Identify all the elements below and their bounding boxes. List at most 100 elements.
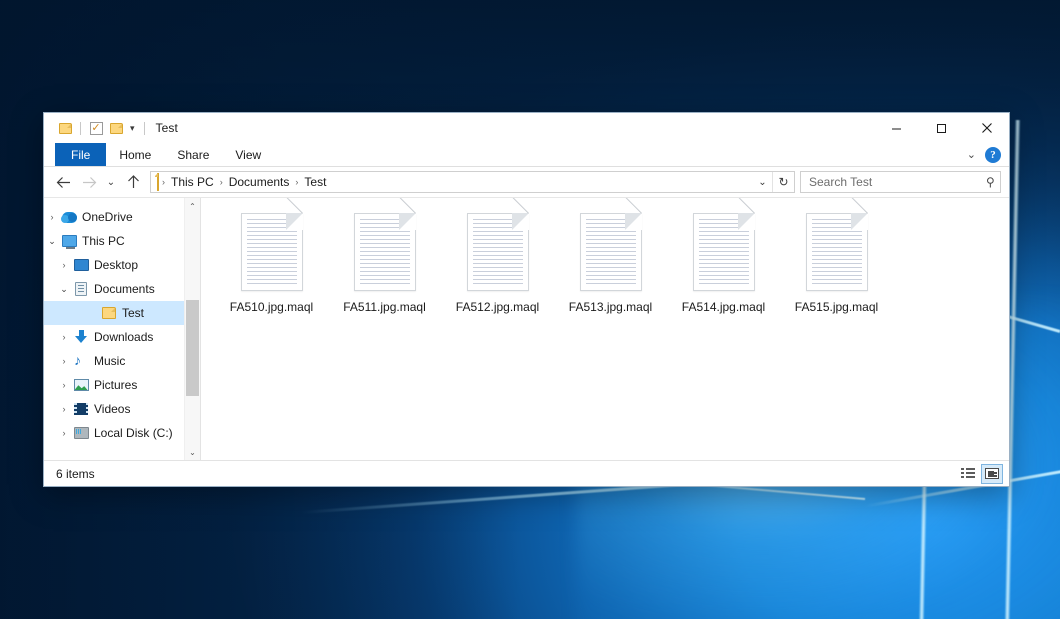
file-name: FA513.jpg.maql <box>566 299 655 315</box>
maximize-icon <box>936 123 947 134</box>
list-item[interactable]: FA513.jpg.maql <box>554 207 667 325</box>
sidebar-item-downloads[interactable]: › Downloads <box>44 325 184 349</box>
address-bar-row: ⌄ › This PC › Documents › Test ⌄ ↻ <box>44 167 1009 197</box>
window-title: Test <box>156 121 178 135</box>
search-icon[interactable]: ⚲ <box>986 175 995 189</box>
minimize-icon <box>891 123 902 134</box>
scrollbar-track[interactable] <box>185 214 200 444</box>
chevron-right-icon[interactable]: › <box>56 260 72 270</box>
file-list-view[interactable]: FA510.jpg.maql FA511.jpg.maql FA512.jpg.… <box>201 198 1009 460</box>
sidebar-item-local-disk[interactable]: › Local Disk (C:) <box>44 421 184 445</box>
breadcrumb-item-this-pc[interactable]: This PC <box>166 175 219 189</box>
close-icon <box>981 122 993 134</box>
disk-drive-icon <box>72 425 90 441</box>
folder-icon <box>100 305 118 321</box>
scroll-up-icon[interactable]: ⌃ <box>185 198 201 214</box>
music-icon: ♪ <box>72 353 90 369</box>
list-item[interactable]: FA511.jpg.maql <box>328 207 441 325</box>
downloads-icon <box>72 329 90 345</box>
sidebar-item-label: Pictures <box>94 378 137 392</box>
details-view-button[interactable] <box>957 464 979 484</box>
list-item[interactable]: FA515.jpg.maql <box>780 207 893 325</box>
sidebar-item-desktop[interactable]: › Desktop <box>44 253 184 277</box>
sidebar-item-test[interactable]: Test <box>44 301 184 325</box>
generic-document-icon <box>346 211 424 293</box>
window-body: › OneDrive ⌄ This PC › Desktop <box>44 197 1009 460</box>
sidebar-item-label: Documents <box>94 282 155 296</box>
chevron-right-icon[interactable]: › <box>56 380 72 390</box>
forward-button[interactable] <box>76 170 102 194</box>
status-bar: 6 items <box>44 460 1009 486</box>
generic-document-icon <box>233 211 311 293</box>
scrollbar-thumb[interactable] <box>186 300 199 396</box>
file-explorer-window: ✓ ▾ Test File Home <box>43 112 1010 487</box>
sidebar-item-this-pc[interactable]: ⌄ This PC <box>44 229 184 253</box>
refresh-icon[interactable]: ↻ <box>772 172 794 192</box>
chevron-down-icon[interactable]: ⌄ <box>44 236 60 247</box>
file-name: FA514.jpg.maql <box>679 299 768 315</box>
new-folder-icon[interactable] <box>106 118 126 138</box>
navigation-scrollbar[interactable]: ⌃ ⌄ <box>184 198 200 460</box>
generic-document-icon <box>685 211 763 293</box>
sidebar-item-documents[interactable]: ⌄ Documents <box>44 277 184 301</box>
onedrive-icon <box>60 209 78 225</box>
sidebar-item-pictures[interactable]: › Pictures <box>44 373 184 397</box>
view-mode-buttons <box>957 464 1003 484</box>
title-bar: ✓ ▾ Test <box>44 113 1009 143</box>
sidebar-item-videos[interactable]: › Videos <box>44 397 184 421</box>
properties-checkbox-icon[interactable]: ✓ <box>86 118 106 138</box>
list-item[interactable]: FA514.jpg.maql <box>667 207 780 325</box>
address-bar[interactable]: › This PC › Documents › Test ⌄ ↻ <box>150 171 795 193</box>
breadcrumb: › This PC › Documents › Test <box>155 173 753 191</box>
navigation-tree: › OneDrive ⌄ This PC › Desktop <box>44 198 184 460</box>
folder-icon[interactable] <box>55 118 75 138</box>
chevron-right-icon[interactable]: › <box>56 332 72 342</box>
sidebar-item-onedrive[interactable]: › OneDrive <box>44 205 184 229</box>
search-placeholder: Search Test <box>809 175 986 189</box>
videos-icon <box>72 401 90 417</box>
sidebar-item-music[interactable]: › ♪ Music <box>44 349 184 373</box>
chevron-down-icon[interactable]: ⌄ <box>753 172 772 192</box>
list-item[interactable]: FA512.jpg.maql <box>441 207 554 325</box>
generic-document-icon <box>572 211 650 293</box>
details-view-icon <box>961 468 975 479</box>
folder-icon[interactable] <box>157 173 159 191</box>
ribbon-tab-bar: File Home Share View ⌄ ? <box>44 143 1009 167</box>
pictures-icon <box>72 377 90 393</box>
tab-view[interactable]: View <box>222 143 274 166</box>
sidebar-item-label: Desktop <box>94 258 138 272</box>
breadcrumb-item-test[interactable]: Test <box>299 175 331 189</box>
desktop: ✓ ▾ Test File Home <box>0 0 1060 619</box>
chevron-right-icon[interactable]: › <box>56 404 72 414</box>
tab-file[interactable]: File <box>55 143 106 166</box>
close-button[interactable] <box>964 113 1009 143</box>
file-name: FA511.jpg.maql <box>340 299 429 315</box>
back-button[interactable] <box>50 170 76 194</box>
help-button[interactable]: ? <box>985 147 1001 163</box>
sidebar-item-label: Music <box>94 354 125 368</box>
desktop-icon <box>72 257 90 273</box>
chevron-down-icon[interactable]: ▾ <box>126 123 139 134</box>
chevron-right-icon[interactable]: › <box>56 428 72 438</box>
minimize-button[interactable] <box>874 113 919 143</box>
maximize-button[interactable] <box>919 113 964 143</box>
chevron-right-icon[interactable]: › <box>44 212 60 222</box>
quick-access-toolbar: ✓ ▾ <box>44 118 150 138</box>
chevron-down-icon[interactable]: ⌄ <box>967 148 976 161</box>
arrow-left-icon <box>56 176 71 189</box>
scroll-down-icon[interactable]: ⌄ <box>185 444 201 460</box>
large-icons-view-button[interactable] <box>981 464 1003 484</box>
ribbon-right-controls: ⌄ ? <box>967 143 1009 166</box>
list-item[interactable]: FA510.jpg.maql <box>215 207 328 325</box>
chevron-down-icon[interactable]: ⌄ <box>56 284 72 295</box>
divider <box>144 122 145 135</box>
search-input[interactable]: Search Test ⚲ <box>800 171 1001 193</box>
up-button[interactable] <box>120 170 146 194</box>
tab-home[interactable]: Home <box>106 143 164 166</box>
sidebar-item-label: Test <box>122 306 144 320</box>
arrow-up-icon <box>127 175 140 189</box>
tab-share[interactable]: Share <box>164 143 222 166</box>
breadcrumb-item-documents[interactable]: Documents <box>224 175 295 189</box>
recent-locations-button[interactable]: ⌄ <box>102 170 120 194</box>
chevron-right-icon[interactable]: › <box>56 356 72 366</box>
